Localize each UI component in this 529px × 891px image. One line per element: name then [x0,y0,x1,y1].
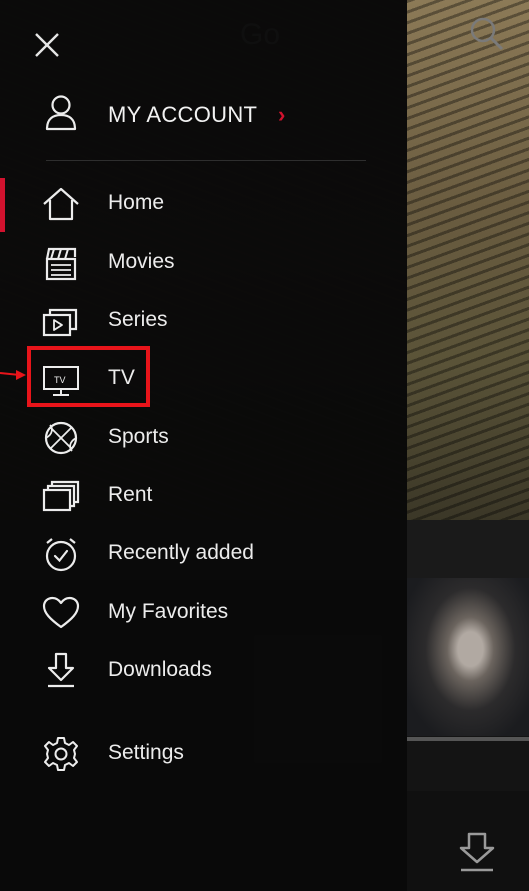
menu-item-series[interactable]: Series [0,295,407,347]
highlight-box [27,346,150,407]
menu-item-label: Sports [108,425,169,448]
divider [46,160,366,161]
rent-icon [40,476,82,516]
chevron-right-icon: › [278,102,286,127]
menu-item-label: Home [108,191,165,214]
menu-item-label: Movies [108,250,175,273]
gear-icon [40,734,82,774]
download-icon [40,651,82,691]
menu-item-label: Recently added [108,541,254,564]
heart-icon [40,593,82,633]
menu-item-movies[interactable]: Movies [0,237,407,289]
menu-item-label: Downloads [108,658,212,681]
clapperboard-icon [40,243,82,283]
content-thumbnail[interactable] [407,578,529,736]
progress-bar [407,737,529,741]
user-icon [44,94,78,132]
ball-icon [40,418,82,458]
menu-item-rent[interactable]: Rent [0,470,407,522]
menu-item-recently-added[interactable]: Recently added [0,528,407,580]
clock-icon [40,534,82,574]
bottom-nav-download-icon[interactable] [455,830,499,874]
close-icon [35,33,59,57]
menu-item-downloads[interactable]: Downloads [0,645,407,697]
hero-image-right [407,0,529,520]
menu-item-label: Settings [108,741,184,764]
menu-item-settings[interactable]: Settings [0,728,407,780]
my-account-label: MY ACCOUNT [108,102,258,127]
home-icon [40,184,82,224]
menu-item-home[interactable]: Home [0,178,407,230]
my-account-button[interactable]: MY ACCOUNT › [0,86,407,142]
series-icon [40,301,82,341]
search-icon[interactable] [467,14,507,54]
close-button[interactable] [30,28,64,62]
menu-item-label: My Favorites [108,600,229,623]
menu-item-sports[interactable]: Sports [0,412,407,464]
navigation-drawer: MY ACCOUNT › Home Movies Series TV TV Sp… [0,0,407,891]
annotation-arrow [0,368,26,382]
menu-item-label: Series [108,308,168,331]
menu-item-my-favorites[interactable]: My Favorites [0,587,407,639]
menu-item-label: Rent [108,483,153,506]
